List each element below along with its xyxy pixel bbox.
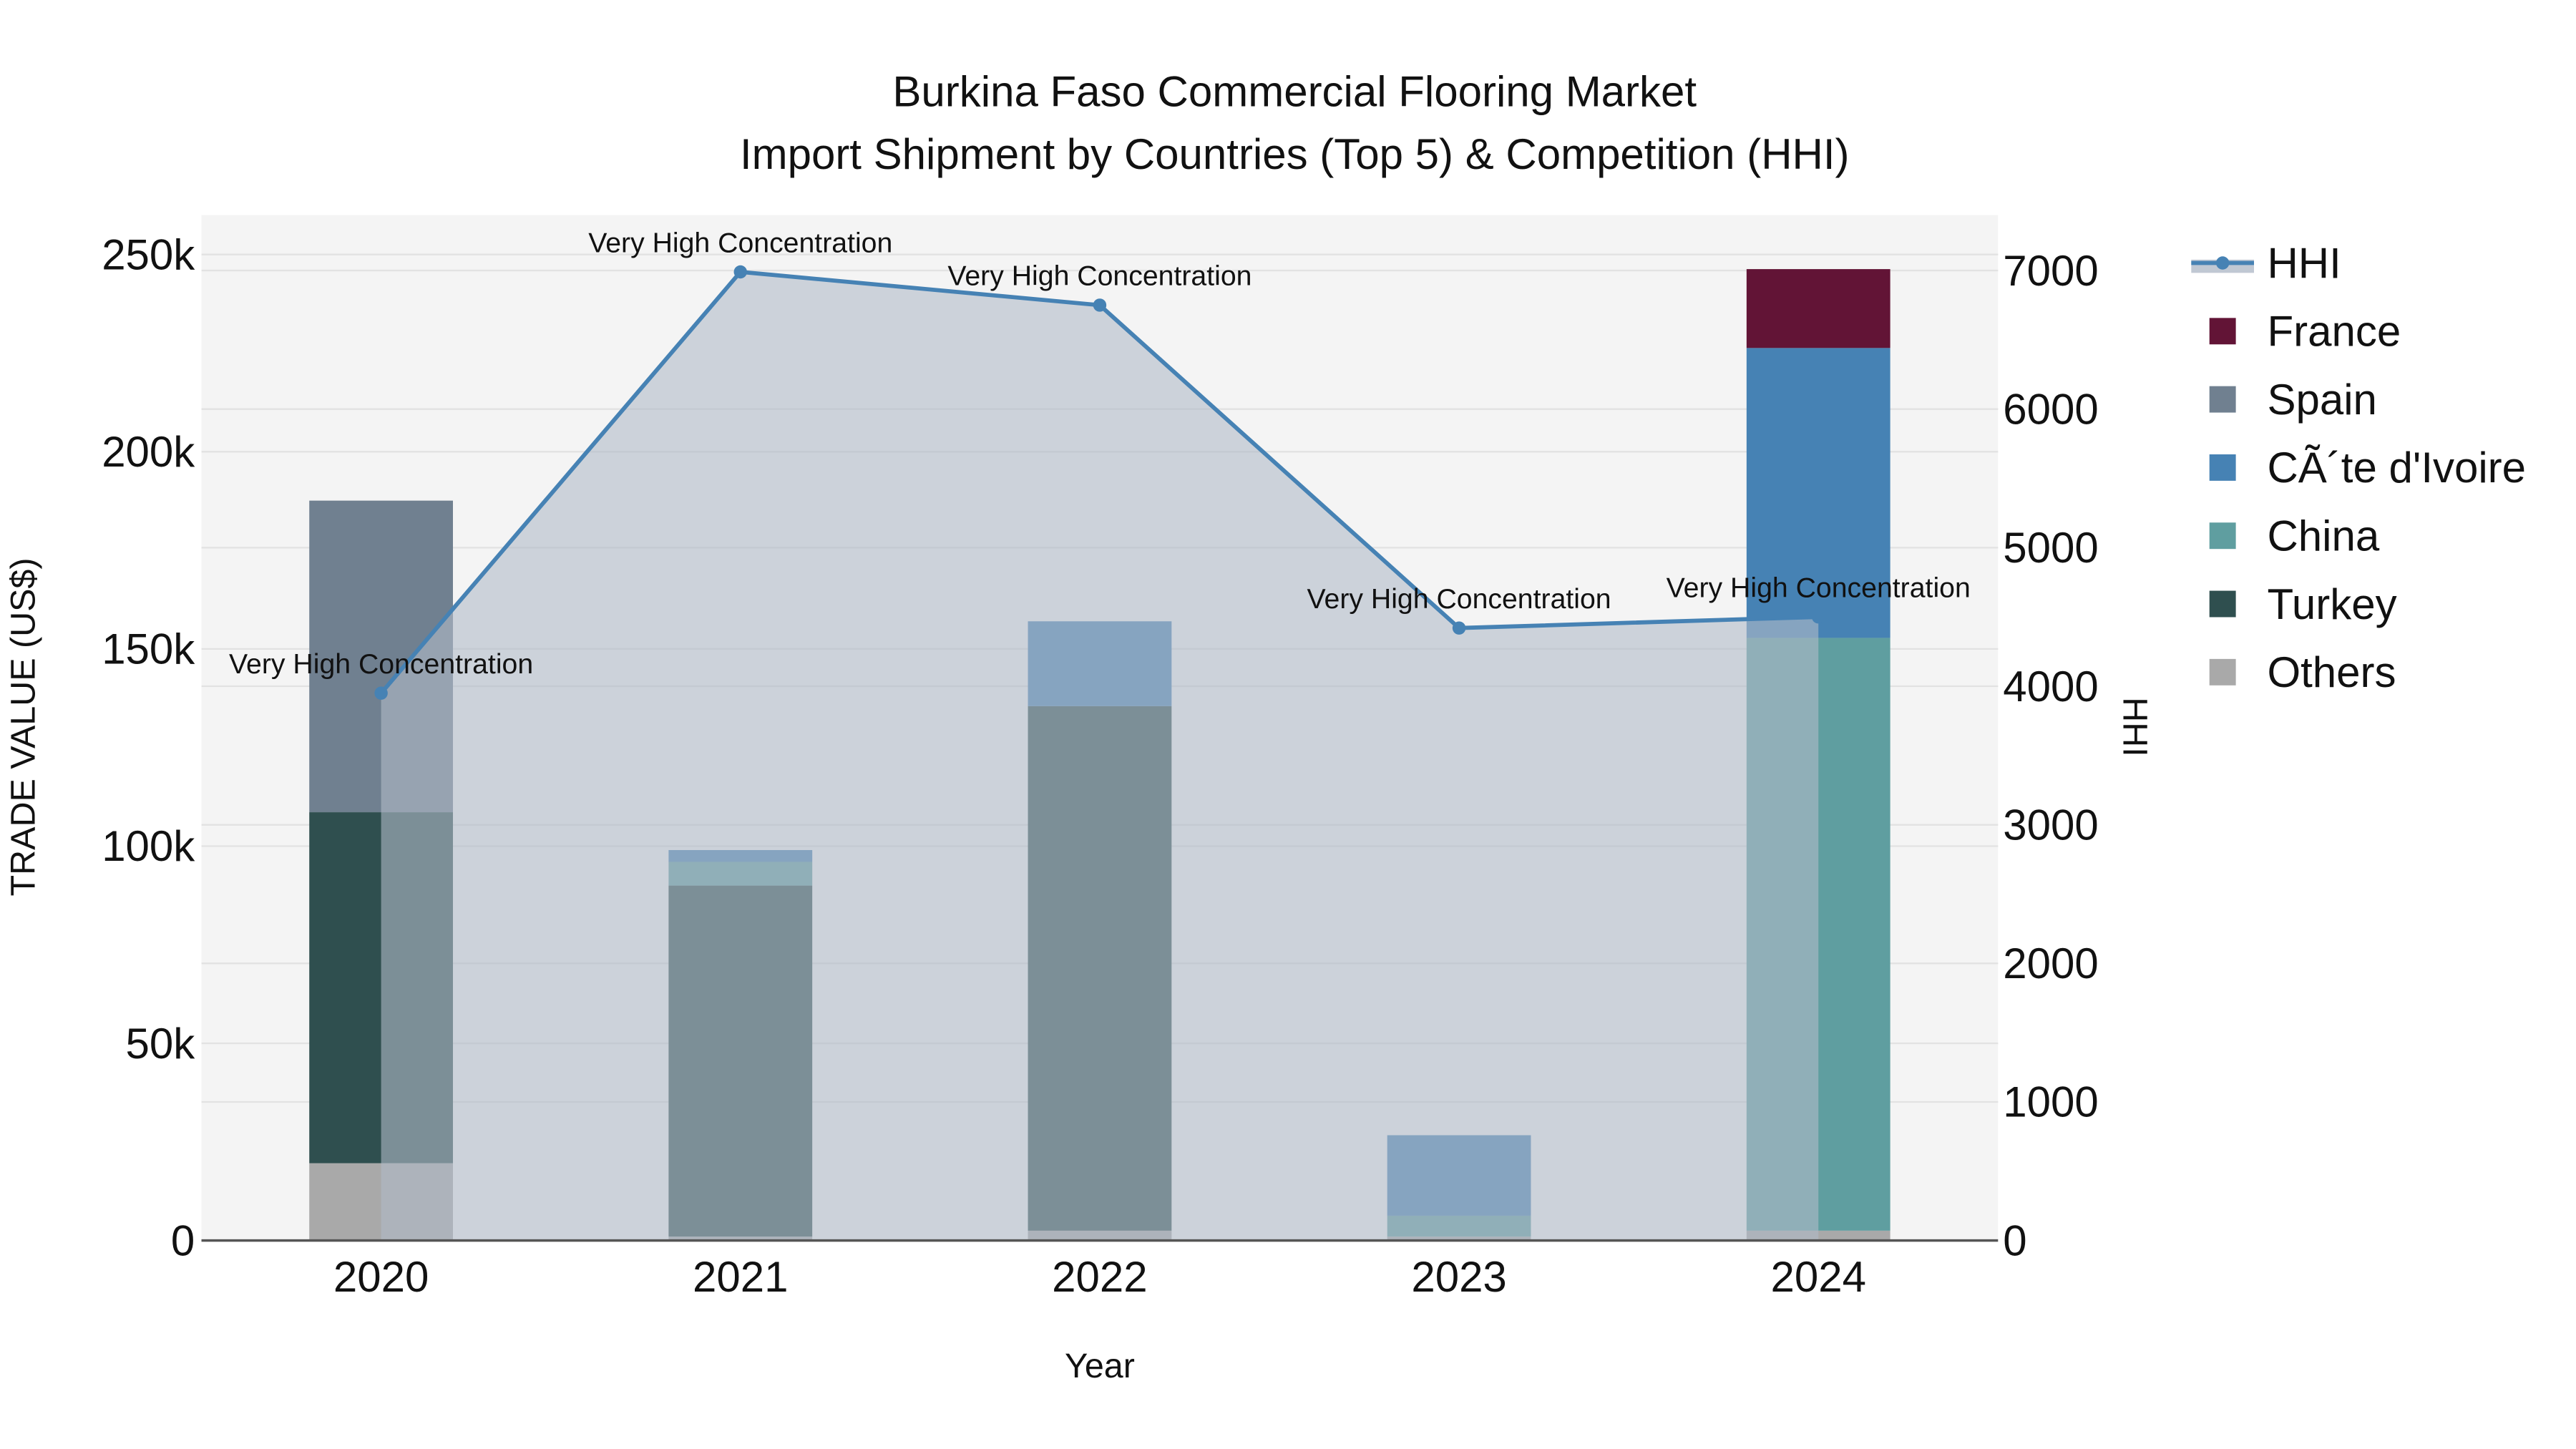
legend-hhi-marker <box>2215 256 2230 270</box>
hhi-annotation: Very High Concentration <box>947 260 1252 292</box>
legend-swatch <box>2209 454 2236 481</box>
x-tick-label: 2021 <box>693 1253 788 1301</box>
legend-item-label[interactable]: France <box>2267 308 2401 356</box>
y-tick-label: 100k <box>102 822 195 870</box>
hhi-point[interactable] <box>1093 298 1107 312</box>
y-axis-label: TRADE VALUE (US$) <box>4 557 42 896</box>
hhi-annotation: Very High Concentration <box>1667 572 1971 603</box>
legend-item-label[interactable]: CÃ´te d'Ivoire <box>2267 444 2526 492</box>
hhi-point[interactable] <box>1452 621 1466 635</box>
x-axis-label: Year <box>1065 1347 1135 1385</box>
legend-item-label[interactable]: China <box>2267 512 2379 560</box>
y-tick-label: 200k <box>102 428 195 476</box>
chart-title-line1: Burkina Faso Commercial Flooring Market <box>892 67 1697 115</box>
y2-tick-label: 2000 <box>2003 940 2098 987</box>
y2-tick-label: 1000 <box>2003 1078 2098 1126</box>
y2-tick-label: 4000 <box>2003 663 2098 711</box>
y2-tick-label: 6000 <box>2003 385 2098 433</box>
legend: HHI France Spain CÃ´te d'Ivoire China Turkey O… <box>2191 239 2526 696</box>
legend-swatch <box>2209 386 2236 413</box>
y-tick-label: 0 <box>171 1216 195 1264</box>
hhi-annotation: Very High Concentration <box>588 227 892 258</box>
x-tick-label: 2020 <box>333 1253 429 1301</box>
legend-item-label[interactable]: Turkey <box>2267 580 2396 628</box>
legend-swatch <box>2209 590 2236 618</box>
hhi-annotation: Very High Concentration <box>229 648 533 680</box>
chart-title-line2: Import Shipment by Countries (Top 5) & C… <box>740 130 1850 178</box>
y2-tick-label: 5000 <box>2003 524 2098 572</box>
legend-item-label[interactable]: Spain <box>2267 376 2376 424</box>
hhi-annotation: Very High Concentration <box>1307 583 1611 615</box>
y2-axis-label: HHI <box>2116 697 2155 756</box>
legend-swatch <box>2209 318 2236 345</box>
legend-swatch <box>2209 658 2236 686</box>
y2-tick-label: 3000 <box>2003 801 2098 849</box>
y2-tick-label: 7000 <box>2003 247 2098 295</box>
chart: Burkina Faso Commercial Flooring Market … <box>4 67 2526 1385</box>
y2-tick-label: 0 <box>2003 1216 2026 1264</box>
hhi-point[interactable] <box>1812 610 1825 624</box>
x-tick-label: 2024 <box>1770 1253 1865 1301</box>
legend-swatch <box>2209 522 2236 550</box>
x-tick-label: 2023 <box>1411 1253 1506 1301</box>
hhi-point[interactable] <box>733 265 747 279</box>
y-tick-label: 250k <box>102 230 195 278</box>
y-tick-label: 50k <box>126 1020 196 1068</box>
bar-france-2024[interactable] <box>1746 269 1890 348</box>
legend-item-label[interactable]: HHI <box>2267 239 2341 287</box>
legend-item-label[interactable]: Others <box>2267 648 2396 696</box>
y-tick-label: 150k <box>102 625 195 673</box>
hhi-point[interactable] <box>374 686 388 700</box>
x-tick-label: 2022 <box>1052 1253 1147 1301</box>
